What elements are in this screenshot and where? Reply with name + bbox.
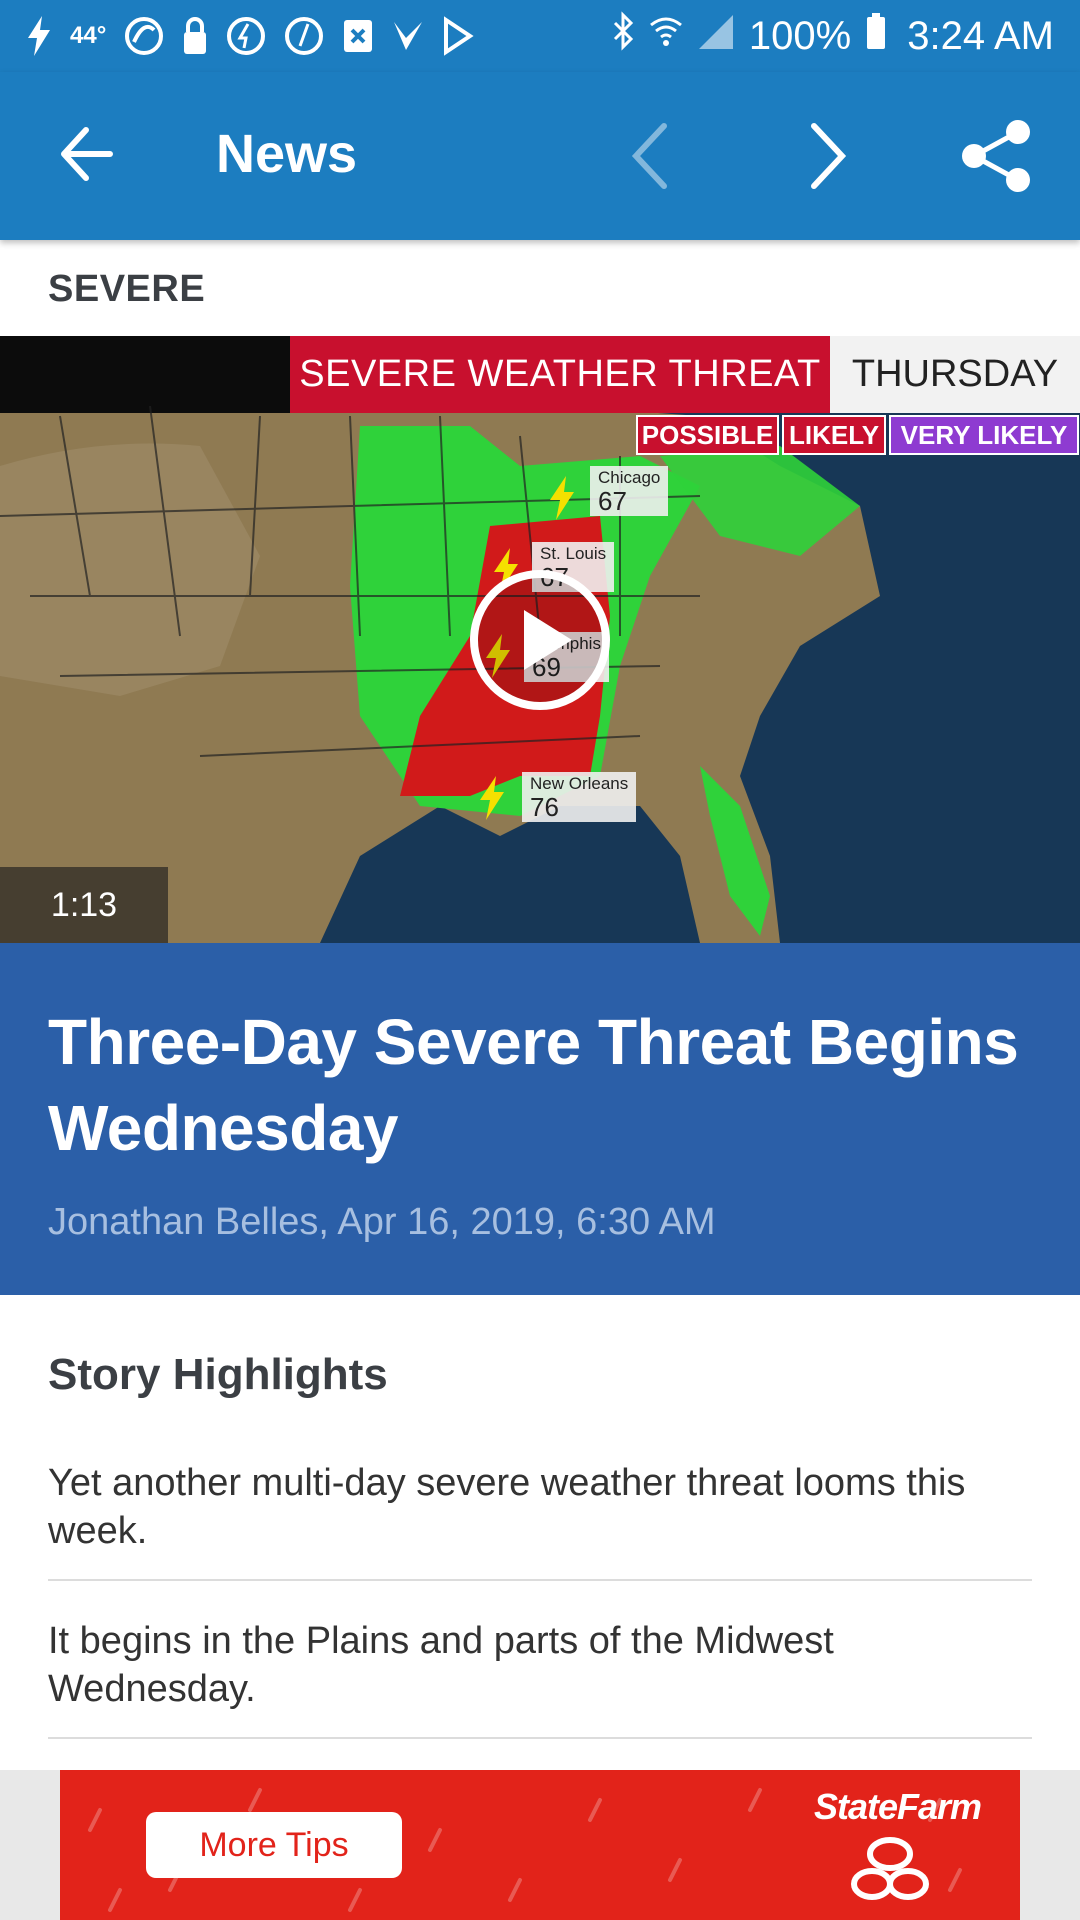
hurricane-icon — [124, 16, 164, 56]
share-button[interactable] — [958, 116, 1038, 196]
article-category: SEVERE — [48, 268, 206, 310]
video-duration: 1:13 — [0, 867, 168, 943]
previous-article-button[interactable] — [620, 116, 680, 196]
city-label-chicago: Chicago 67 — [590, 466, 669, 516]
article-headline: Three-Day Severe Threat Begins Wednesday — [48, 1006, 1019, 1164]
status-bar: 44° 100% 3:24 AM — [0, 0, 1080, 72]
flash-icon — [26, 16, 52, 56]
clock-icon — [226, 16, 266, 56]
story-highlights-title: Story Highlights — [48, 1350, 388, 1399]
banner-day: THURSDAY — [830, 336, 1080, 413]
ad-banner[interactable]: More Tips StateFarm — [60, 1770, 1020, 1920]
clock-icon — [284, 16, 324, 56]
battery-icon — [865, 11, 887, 61]
temperature-text: 44° — [70, 22, 107, 49]
arrow-left-icon — [61, 127, 113, 181]
video-banner: SEVERE WEATHER THREAT THURSDAY — [290, 336, 1080, 413]
next-article-button[interactable] — [798, 116, 858, 196]
city-label-new-orleans: New Orleans 76 — [522, 772, 637, 822]
play-icon[interactable] — [468, 568, 612, 712]
lock-icon — [182, 16, 208, 56]
share-icon — [962, 120, 1030, 192]
more-tips-button[interactable]: More Tips — [146, 1812, 402, 1878]
banner-title: SEVERE WEATHER THREAT — [290, 336, 830, 413]
signal-icon — [697, 11, 735, 61]
x-box-icon — [342, 16, 374, 56]
legend-likely: LIKELY — [782, 415, 886, 455]
lightning-icon — [480, 776, 504, 820]
video-player[interactable]: SEVERE WEATHER THREAT THURSDAY POSSIBLE … — [0, 336, 1080, 943]
article-byline: Jonathan Belles, Apr 16, 2019, 6:30 AM — [48, 1201, 716, 1243]
headline-block: Three-Day Severe Threat Begins Wednesday… — [0, 943, 1080, 1295]
legend-possible: POSSIBLE — [636, 415, 779, 455]
statefarm-logo-icon — [851, 1837, 929, 1900]
lightning-icon — [550, 476, 574, 520]
page-title: News — [216, 124, 358, 184]
statefarm-logo-text: StateFarm — [814, 1786, 982, 1827]
check-icon — [392, 16, 424, 56]
legend-very-likely: VERY LIKELY — [889, 415, 1079, 455]
wifi-icon — [649, 11, 683, 61]
play-store-icon — [442, 16, 474, 56]
bluetooth-icon — [611, 11, 635, 61]
app-bar: News — [0, 72, 1080, 240]
chevron-left-icon — [631, 123, 667, 189]
threat-legend: POSSIBLE LIKELY VERY LIKELY — [636, 415, 1079, 455]
battery-percent: 100% — [748, 13, 852, 58]
highlight-item: Yet another multi-day severe weather thr… — [48, 1459, 1032, 1581]
clock-time: 3:24 AM — [907, 13, 1054, 58]
back-button[interactable] — [56, 124, 116, 184]
highlight-item: It begins in the Plains and parts of the… — [48, 1617, 1032, 1739]
chevron-right-icon — [811, 123, 847, 189]
ad-banner-container: More Tips StateFarm — [0, 1770, 1080, 1920]
